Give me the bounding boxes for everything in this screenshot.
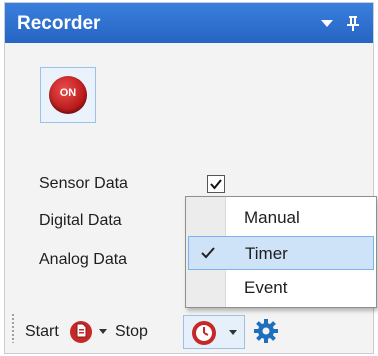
digital-data-label: Digital Data [39,212,122,229]
panel-title: Recorder [17,13,101,34]
toolbar-grip[interactable] [11,313,15,343]
menu-item-label: Timer [245,244,288,263]
checkmark-icon [201,247,215,259]
title-bar: Recorder [5,3,373,43]
on-toggle-label: ON [59,87,77,99]
start-dropdown-arrow-icon[interactable] [98,327,108,335]
sensor-data-label: Sensor Data [39,175,128,192]
stop-label: Stop [115,323,148,340]
menu-item-label: Manual [244,208,300,227]
start-label: Start [25,323,59,340]
start-trigger-icon[interactable] [67,317,95,345]
menu-item-label: Event [244,278,288,297]
menu-item-timer[interactable]: Timer [188,236,374,270]
menu-item-event[interactable]: Event [188,271,374,305]
recorder-panel: Recorder ON Sensor Data Digital Data Ana… [4,2,377,354]
trigger-mode-menu: Manual Timer Event [185,196,377,308]
analog-data-label: Analog Data [39,251,128,268]
power-on-icon: ON [49,76,87,114]
bottom-toolbar: Start Stop [5,305,373,354]
stop-dropdown-arrow-icon [229,330,237,335]
timer-icon [192,321,216,345]
on-toggle-button[interactable]: ON [40,67,96,123]
menu-item-manual[interactable]: Manual [188,201,374,235]
dropdown-arrow-icon[interactable] [317,13,337,33]
gear-icon[interactable] [253,318,279,344]
pin-icon[interactable] [343,13,363,33]
sensor-data-checkbox[interactable] [207,175,225,193]
checkmark-icon [210,179,222,190]
stop-mode-button[interactable] [183,315,245,349]
